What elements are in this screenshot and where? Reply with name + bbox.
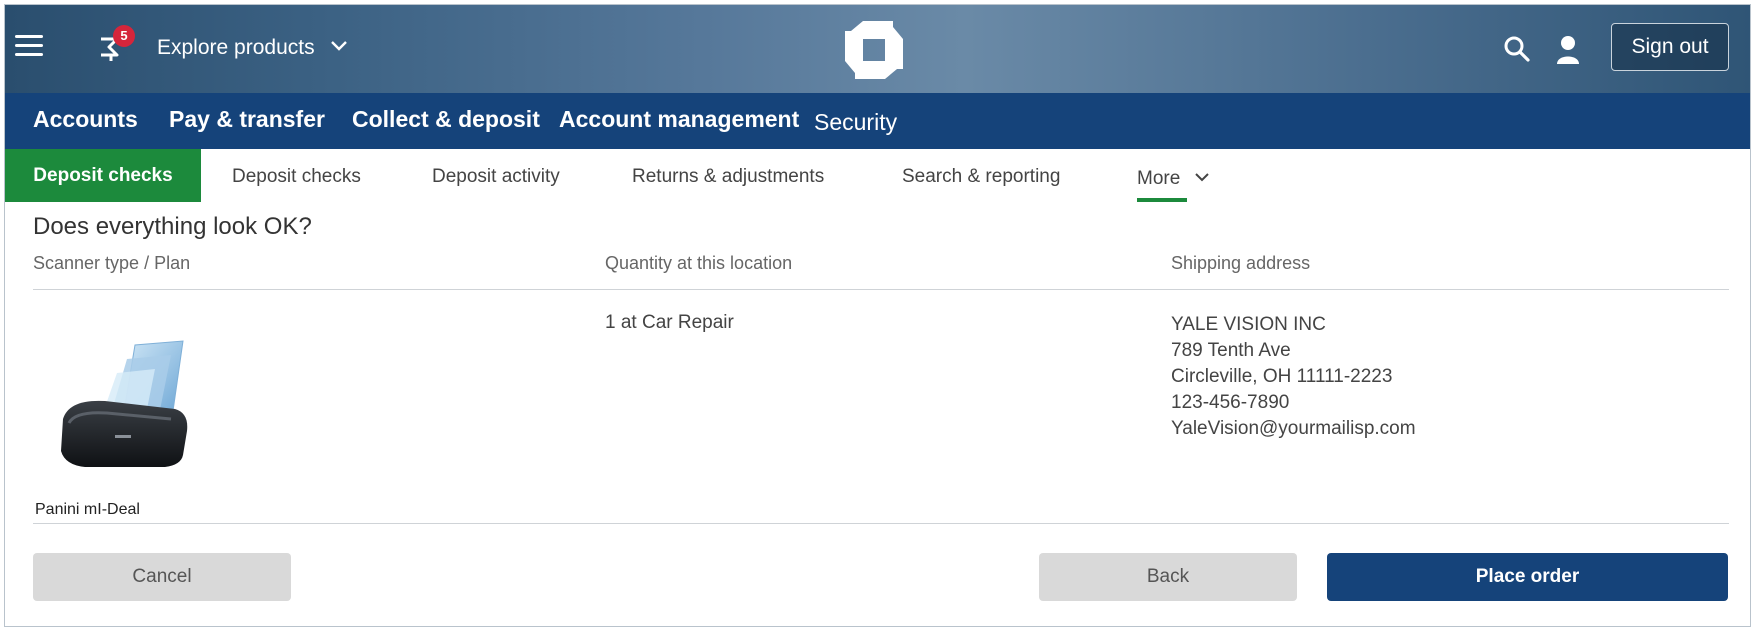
place-order-button[interactable]: Place order — [1327, 553, 1728, 601]
notification-badge: 5 — [113, 25, 135, 47]
quantity-value: 1 at Car Repair — [605, 312, 734, 333]
explore-products-label: Explore products — [157, 36, 315, 59]
chevron-down-icon — [1194, 166, 1210, 188]
chevron-down-icon — [330, 33, 348, 57]
page-title: Does everything look OK? — [33, 213, 312, 240]
nav-accounts[interactable]: Accounts — [33, 106, 138, 133]
top-bar: 5 Explore products Sign out — [5, 5, 1750, 93]
nav-account-management[interactable]: Account management — [559, 106, 799, 133]
divider — [33, 523, 1729, 524]
address-city: Circleville, OH 11111-2223 — [1171, 366, 1393, 387]
address-street: 789 Tenth Ave — [1171, 340, 1291, 361]
explore-products-menu[interactable]: Explore products — [157, 33, 348, 60]
nav-pay-transfer[interactable]: Pay & transfer — [169, 106, 325, 133]
subnav-more[interactable]: More — [1137, 166, 1210, 190]
address-name: YALE VISION INC — [1171, 314, 1326, 335]
back-button[interactable]: Back — [1039, 553, 1297, 601]
subnav-deposit-activity[interactable]: Deposit activity — [432, 166, 560, 188]
column-header-quantity: Quantity at this location — [605, 253, 793, 273]
divider — [33, 289, 1729, 290]
column-header-scanner: Scanner type / Plan — [33, 253, 191, 273]
column-header-shipping: Shipping address — [1171, 253, 1311, 273]
search-icon[interactable] — [1503, 35, 1531, 63]
more-tab-underline — [1137, 198, 1187, 202]
shipping-address: YALE VISION INC 789 Tenth Ave Circlevill… — [1171, 312, 1416, 442]
subnav-more-label: More — [1137, 168, 1181, 189]
sub-nav: Deposit checks Deposit checks Deposit ac… — [5, 149, 1750, 202]
chase-logo-icon[interactable] — [843, 19, 905, 81]
subnav-search-reporting[interactable]: Search & reporting — [902, 166, 1060, 188]
nav-collect-deposit[interactable]: Collect & deposit — [352, 106, 540, 133]
app-frame: 5 Explore products Sign out Accounts Pay… — [4, 4, 1751, 627]
menu-icon[interactable] — [15, 35, 43, 59]
subnav-returns-adjustments[interactable]: Returns & adjustments — [632, 166, 824, 188]
main-nav: Accounts Pay & transfer Collect & deposi… — [5, 93, 1750, 149]
scanner-image — [55, 335, 203, 475]
cancel-button[interactable]: Cancel — [33, 553, 291, 601]
promo-icon[interactable]: 5 — [99, 25, 135, 63]
address-phone: 123-456-7890 — [1171, 392, 1290, 413]
subnav-deposit-checks-active[interactable]: Deposit checks — [5, 149, 201, 202]
nav-security[interactable]: Security — [814, 109, 897, 136]
subnav-deposit-checks[interactable]: Deposit checks — [232, 166, 361, 188]
address-email: YaleVision@yourmailisp.com — [1171, 418, 1416, 439]
sign-out-button[interactable]: Sign out — [1611, 23, 1729, 71]
scanner-name: Panini mI-Deal — [35, 501, 140, 518]
user-icon[interactable] — [1556, 35, 1580, 65]
